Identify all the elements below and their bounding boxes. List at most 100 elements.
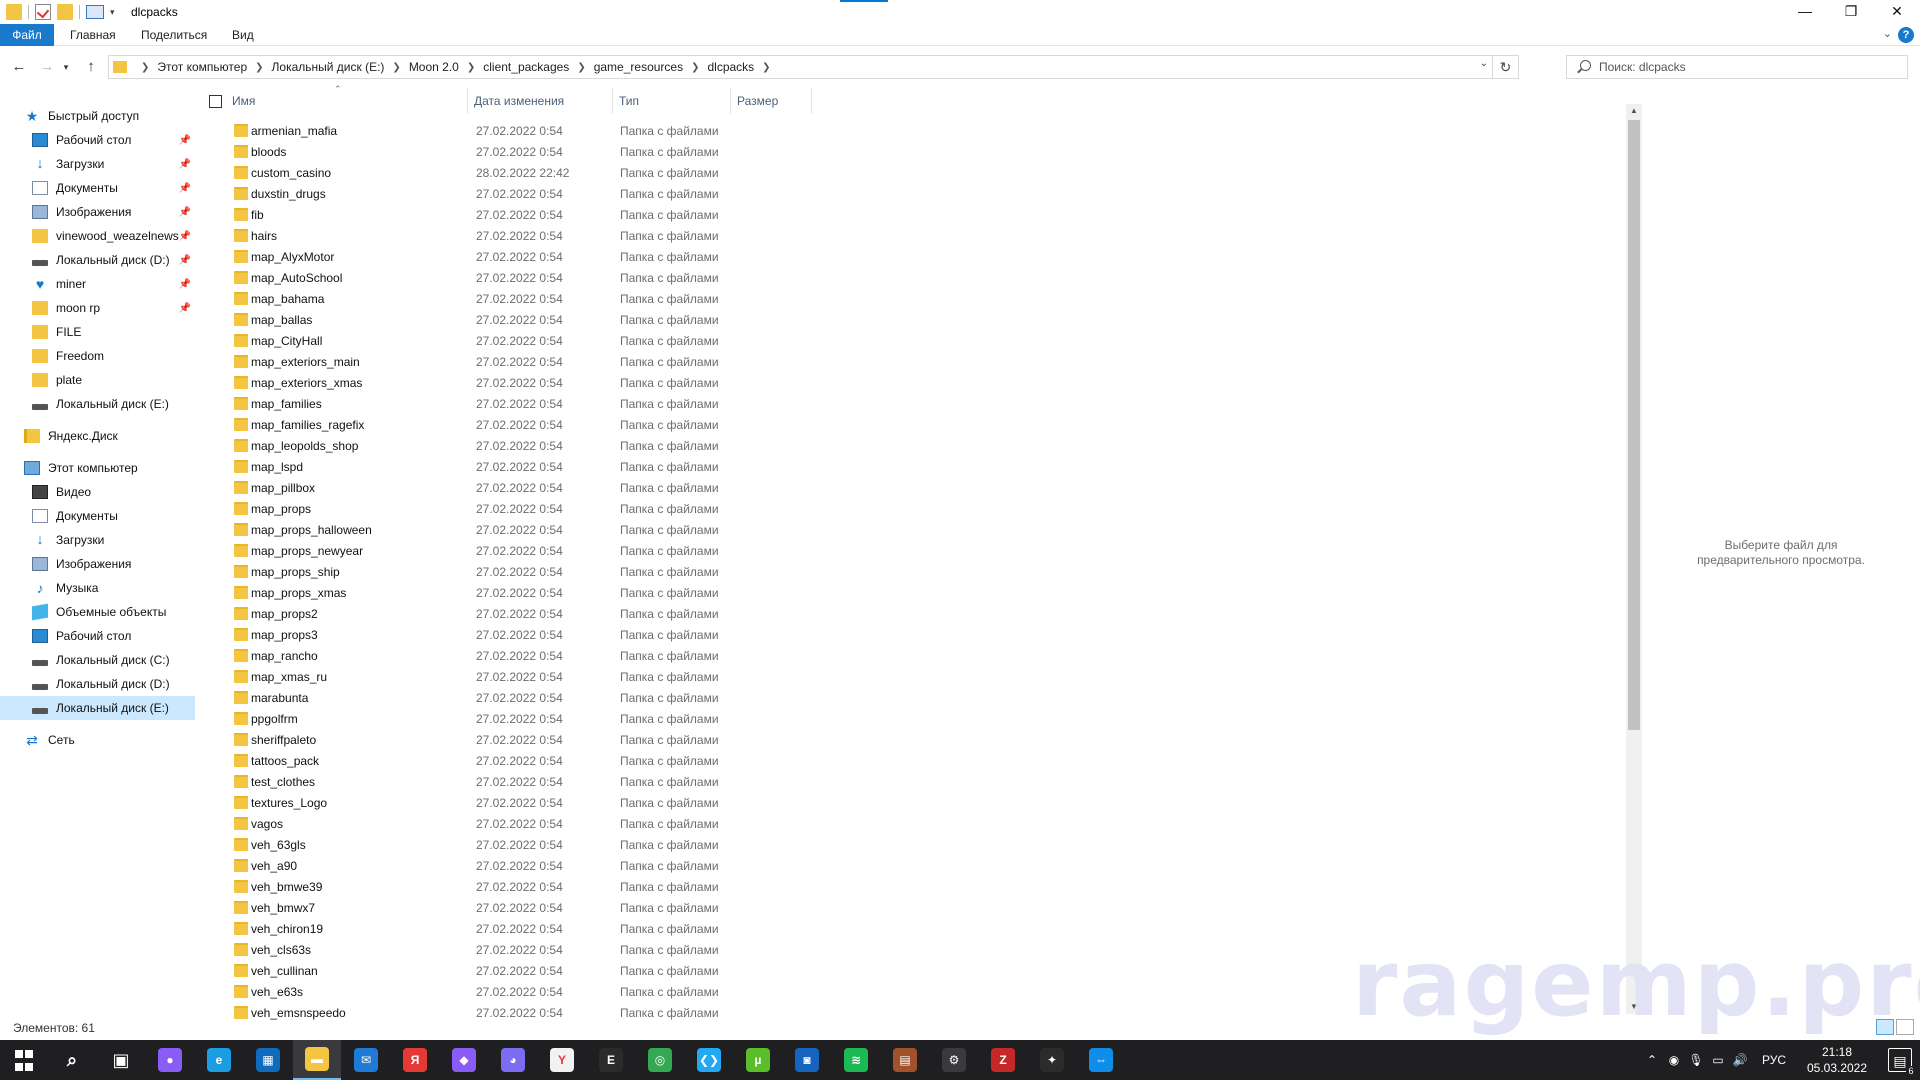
back-button[interactable]: ← (8, 56, 30, 78)
settings-button[interactable]: ⚙ (930, 1040, 978, 1080)
sidebar-item[interactable]: ♥ miner 📌 (0, 272, 195, 296)
table-row[interactable]: map_props2 27.02.2022 0:54 Папка с файлами (196, 603, 1626, 624)
table-row[interactable]: vagos 27.02.2022 0:54 Папка с файлами (196, 813, 1626, 834)
breadcrumb-chevron-icon[interactable]: ❯ (762, 62, 770, 73)
yandex-button[interactable]: Y (538, 1040, 586, 1080)
spotify-button[interactable]: ≋ (832, 1040, 880, 1080)
sidebar-item[interactable]: Видео (0, 480, 195, 504)
pin-icon[interactable]: 📌 (179, 231, 191, 242)
pin-icon[interactable]: 📌 (179, 159, 191, 170)
visual-studio-button[interactable]: ◆ (440, 1040, 488, 1080)
table-row[interactable]: map_exteriors_main 27.02.2022 0:54 Папка с… (196, 351, 1626, 372)
sidebar-item[interactable]: ⇄ Сеть (0, 728, 195, 752)
store-button[interactable]: ▦ (244, 1040, 292, 1080)
details-view-icon[interactable] (1876, 1019, 1894, 1035)
sidebar-item[interactable]: Объемные объекты (0, 600, 195, 624)
sidebar-item[interactable]: moon rp 📌 (0, 296, 195, 320)
table-row[interactable]: veh_a90 27.02.2022 0:54 Папка с файлами (196, 855, 1626, 876)
column-header-date[interactable]: Дата изменения (468, 88, 613, 114)
pin-icon[interactable]: 📌 (179, 303, 191, 314)
discord-button[interactable]: ◕ (489, 1040, 537, 1080)
customize-toolbar-chevron-icon[interactable]: ▾ (110, 7, 115, 18)
sidebar-item[interactable]: Локальный диск (C:) (0, 648, 195, 672)
pin-icon[interactable]: 📌 (179, 135, 191, 146)
sidebar-item[interactable]: ↓ Загрузки (0, 528, 195, 552)
tab-share[interactable]: Поделиться (127, 24, 221, 46)
sidebar-item[interactable]: Изображения (0, 552, 195, 576)
show-hidden-icons-chevron-icon[interactable]: ⌃ (1642, 1040, 1662, 1080)
table-row[interactable]: map_props_xmas 27.02.2022 0:54 Папка с фай… (196, 582, 1626, 603)
start-button[interactable] (0, 1040, 48, 1080)
breadcrumb-chevron-icon[interactable]: ❯ (141, 62, 149, 73)
sidebar-item[interactable]: Freedom (0, 344, 195, 368)
pin-icon[interactable]: 📌 (179, 255, 191, 266)
sidebar-item[interactable]: ★ Быстрый доступ (0, 104, 195, 128)
pin-icon[interactable]: 📌 (179, 183, 191, 194)
recent-locations-chevron-icon[interactable]: ▾ (60, 56, 72, 78)
mail-button[interactable]: ✉ (342, 1040, 390, 1080)
vscode-button[interactable]: ❮❯ (685, 1040, 733, 1080)
breadcrumb-dlcpacks[interactable]: dlcpacks (707, 60, 754, 74)
table-row[interactable]: ppgolfrm 27.02.2022 0:54 Папка с файлами (196, 708, 1626, 729)
winrar-button[interactable]: ▤ (881, 1040, 929, 1080)
tab-view[interactable]: Вид (218, 24, 268, 46)
table-row[interactable]: map_families_ragefix 27.02.2022 0:54 Папка… (196, 414, 1626, 435)
address-history-chevron-icon[interactable]: ⌄ (1480, 58, 1488, 69)
sidebar-item[interactable]: ↓ Загрузки 📌 (0, 152, 195, 176)
scroll-up-arrow-icon[interactable]: ▲ (1626, 104, 1642, 118)
edge-button[interactable]: e (195, 1040, 243, 1080)
sidebar-item[interactable]: Рабочий стол 📌 (0, 128, 195, 152)
sidebar-item[interactable]: Локальный диск (E:) (0, 696, 195, 720)
table-row[interactable]: map_props_halloween 27.02.2022 0:54 Папка … (196, 519, 1626, 540)
sidebar-item[interactable]: Этот компьютер (0, 456, 195, 480)
table-row[interactable]: duxstin_drugs 27.02.2022 0:54 Папка с файл… (196, 183, 1626, 204)
breadcrumb-chevron-icon[interactable]: ❯ (392, 62, 400, 73)
sidebar-item[interactable]: ♪ Музыка (0, 576, 195, 600)
table-row[interactable]: map_lspd 27.02.2022 0:54 Папка с файлами (196, 456, 1626, 477)
table-row[interactable]: map_ballas 27.02.2022 0:54 Папка с файлами (196, 309, 1626, 330)
app-button[interactable]: ◙ (783, 1040, 831, 1080)
figma-button[interactable]: ✦ (1028, 1040, 1076, 1080)
table-row[interactable]: textures_Logo 27.02.2022 0:54 Папка с файл… (196, 792, 1626, 813)
expand-ribbon-chevron-icon[interactable]: ⌄ (1883, 27, 1892, 40)
yandex-browser-button[interactable]: Я (391, 1040, 439, 1080)
sidebar-item[interactable]: vinewood_weazelnews 📌 (0, 224, 195, 248)
large-icons-view-icon[interactable] (1896, 1019, 1914, 1035)
sidebar-item[interactable]: Локальный диск (D:) (0, 672, 195, 696)
breadcrumb-client-packages[interactable]: client_packages (483, 60, 569, 74)
breadcrumb-drive-e[interactable]: Локальный диск (E:) (272, 60, 385, 74)
breadcrumb-game-resources[interactable]: game_resources (594, 60, 683, 74)
table-row[interactable]: map_AlyxMotor 27.02.2022 0:54 Папка с файл… (196, 246, 1626, 267)
table-row[interactable]: map_pillbox 27.02.2022 0:54 Папка с файлам… (196, 477, 1626, 498)
table-row[interactable]: map_exteriors_xmas 27.02.2022 0:54 Папка с… (196, 372, 1626, 393)
layout-icon[interactable] (86, 5, 104, 19)
sidebar-item[interactable]: plate (0, 368, 195, 392)
sidebar-item[interactable]: FILE (0, 320, 195, 344)
table-row[interactable]: fib 27.02.2022 0:54 Папка с файлами (196, 204, 1626, 225)
task-view-button[interactable]: ▣ (97, 1040, 145, 1080)
pin-icon[interactable]: 📌 (179, 279, 191, 290)
utorrent-button[interactable]: µ (734, 1040, 782, 1080)
sidebar-item[interactable]: Документы (0, 504, 195, 528)
table-row[interactable]: custom_casino 28.02.2022 22:42 Папка с фай… (196, 162, 1626, 183)
sidebar-item[interactable]: Яндекс.Диск (0, 424, 195, 448)
table-row[interactable]: veh_63gls 27.02.2022 0:54 Папка с файлами (196, 834, 1626, 855)
tab-file[interactable]: Файл (0, 24, 54, 46)
search-input[interactable]: Поиск: dlcpacks (1566, 55, 1908, 79)
column-header-name[interactable]: Имя (226, 88, 468, 114)
breadcrumb-chevron-icon[interactable]: ❯ (467, 62, 475, 73)
breadcrumb-this-pc[interactable]: Этот компьютер (157, 60, 247, 74)
tab-home[interactable]: Главная (56, 24, 130, 46)
sidebar-item[interactable]: Локальный диск (D:) 📌 (0, 248, 195, 272)
column-header-type[interactable]: Тип (613, 88, 731, 114)
filezilla-button[interactable]: Z (979, 1040, 1027, 1080)
sidebar-item[interactable]: Локальный диск (E:) (0, 392, 195, 416)
sidebar-item[interactable]: Рабочий стол (0, 624, 195, 648)
table-row[interactable]: map_props3 27.02.2022 0:54 Папка с файлами (196, 624, 1626, 645)
table-row[interactable]: map_AutoSchool 27.02.2022 0:54 Папка с фай… (196, 267, 1626, 288)
chrome-button[interactable]: ◎ (636, 1040, 684, 1080)
explorer-button[interactable]: ▬ (293, 1040, 341, 1080)
table-row[interactable]: map_rancho 27.02.2022 0:54 Папка с файлами (196, 645, 1626, 666)
language-indicator[interactable]: РУС (1754, 1040, 1794, 1080)
table-row[interactable]: map_props_ship 27.02.2022 0:54 Папка с фай… (196, 561, 1626, 582)
